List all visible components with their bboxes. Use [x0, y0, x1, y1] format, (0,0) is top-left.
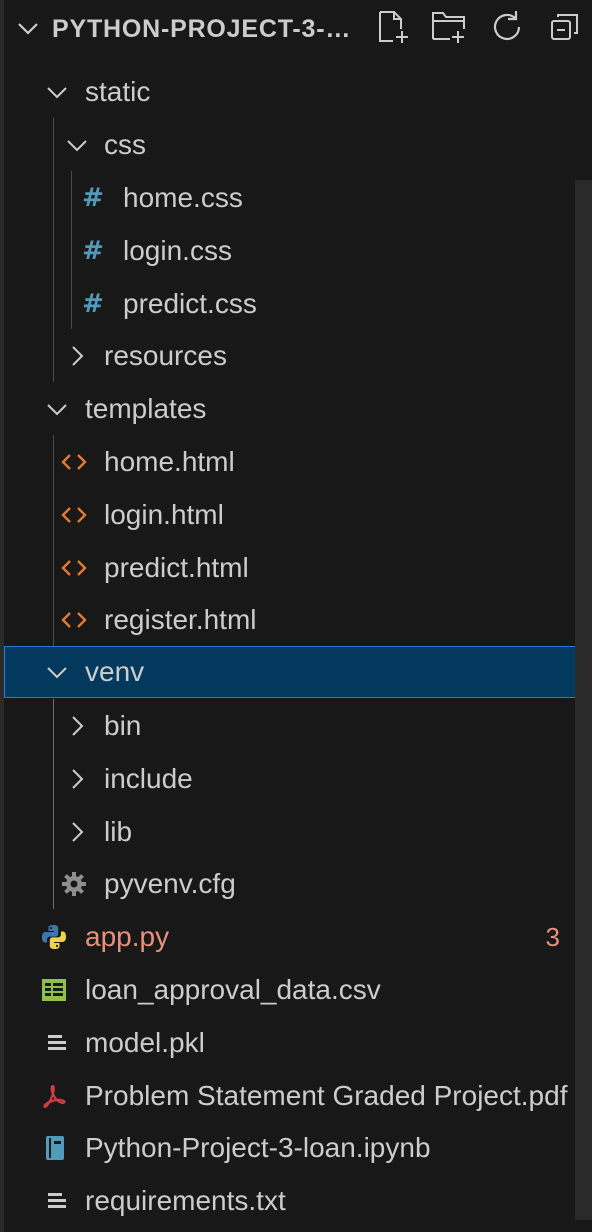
refresh-button[interactable] [488, 10, 526, 48]
text-lines-icon [44, 1030, 70, 1056]
tree-item-label: pyvenv.cfg [104, 868, 236, 899]
tree-item-label: login.css [123, 235, 232, 266]
tree-item-label: requirements.txt [85, 1185, 286, 1216]
tree-file-predict-html[interactable]: predict.html [4, 542, 592, 594]
tree-file-model-pkl[interactable]: model.pkl [4, 1017, 592, 1069]
chevron-down-icon[interactable] [16, 17, 40, 41]
text-lines-icon [44, 1188, 70, 1214]
pdf-icon [41, 1083, 67, 1109]
tree-file-loan-approval-data-csv[interactable]: loan_approval_data.csv [4, 964, 592, 1016]
html-file-icon [61, 555, 87, 581]
tree-file-app-py[interactable]: app.py 3 [4, 911, 592, 963]
tree-item-label: include [104, 763, 193, 794]
tree-file-problem-statement-pdf[interactable]: Problem Statement Graded Project.pdf [4, 1070, 592, 1122]
tree-item-label: home.html [104, 446, 235, 477]
tree-item-label: templates [85, 393, 207, 424]
tree-item-label: home.css [123, 182, 243, 213]
csv-table-icon [41, 977, 67, 1003]
tree-file-requirements-txt[interactable]: requirements.txt [4, 1175, 592, 1227]
css-file-icon: # [82, 183, 104, 213]
html-file-icon [61, 449, 87, 475]
tree-file-register-html[interactable]: register.html [4, 594, 592, 646]
chevron-down-icon [44, 79, 70, 105]
tree-item-label: static [85, 76, 151, 107]
new-folder-button[interactable] [430, 10, 468, 48]
notebook-icon [42, 1135, 68, 1161]
tree-item-label: register.html [104, 604, 257, 635]
html-file-icon [61, 502, 87, 528]
chevron-down-icon [44, 396, 70, 422]
chevron-right-icon [64, 713, 90, 739]
chevron-right-icon [64, 766, 90, 792]
tree-folder-resources[interactable]: resources [4, 330, 592, 382]
tree-file-login-html[interactable]: login.html [4, 489, 592, 541]
html-file-icon [61, 607, 87, 633]
tree-folder-include[interactable]: include [4, 753, 592, 805]
tree-folder-css[interactable]: css [4, 119, 592, 171]
tree-file-python-project-ipynb[interactable]: Python-Project-3-loan.ipynb [4, 1122, 592, 1174]
tree-folder-bin[interactable]: bin [4, 700, 592, 752]
refresh-icon [490, 10, 524, 49]
tree-item-label: lib [104, 816, 133, 847]
chevron-down-icon [64, 132, 90, 158]
tree-item-label: predict.css [123, 288, 257, 319]
tree-folder-static[interactable]: static [4, 66, 592, 118]
new-file-button[interactable] [374, 10, 412, 48]
tree-item-label: css [104, 129, 146, 160]
file-explorer: PYTHON-PROJECT-3-LOAN [0, 0, 592, 1232]
vertical-scrollbar[interactable] [575, 180, 592, 1220]
new-file-icon [375, 9, 411, 50]
tree-folder-venv[interactable]: venv [4, 646, 592, 698]
problems-count-badge: 3 [545, 922, 560, 952]
tree-item-label: resources [104, 340, 227, 371]
collapse-all-button[interactable] [546, 10, 584, 48]
explorer-header[interactable]: PYTHON-PROJECT-3-LOAN [0, 0, 592, 56]
tree-item-label: bin [104, 710, 142, 741]
new-folder-icon [430, 9, 468, 50]
tree-file-pyvenv-cfg[interactable]: pyvenv.cfg [4, 858, 592, 910]
chevron-right-icon [64, 343, 90, 369]
tree-item-label: venv [85, 656, 145, 687]
css-file-icon: # [82, 236, 104, 266]
tree-file-predict-css[interactable]: # predict.css [4, 278, 592, 330]
chevron-right-icon [64, 819, 90, 845]
tree-file-home-css[interactable]: # home.css [4, 172, 592, 224]
tree-file-login-css[interactable]: # login.css [4, 225, 592, 277]
gear-icon [61, 871, 87, 897]
chevron-down-icon [44, 659, 70, 685]
explorer-title: PYTHON-PROJECT-3-LOAN [52, 15, 364, 43]
tree-item-label: Python-Project-3-loan.ipynb [85, 1132, 431, 1163]
tree-folder-lib[interactable]: lib [4, 806, 592, 858]
tree-file-home-html[interactable]: home.html [4, 436, 592, 488]
tree-item-label: predict.html [104, 552, 249, 583]
tree-folder-templates[interactable]: templates [4, 383, 592, 435]
css-file-icon: # [82, 289, 104, 319]
tree-item-label: app.py [85, 921, 170, 952]
tree-item-label: login.html [104, 499, 224, 530]
tree-item-label: Problem Statement Graded Project.pdf [85, 1080, 568, 1111]
collapse-all-icon [549, 11, 581, 48]
tree-item-label: model.pkl [85, 1027, 205, 1058]
tree-item-label: loan_approval_data.csv [85, 974, 381, 1005]
python-icon [41, 924, 67, 950]
